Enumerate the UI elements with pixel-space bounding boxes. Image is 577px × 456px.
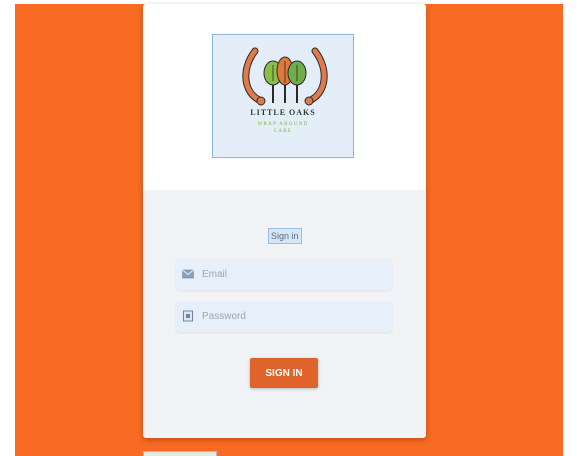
logo-subtitle: WRAP AROUND CARE [257, 122, 309, 134]
email-input[interactable] [202, 259, 388, 290]
password-input[interactable] [202, 301, 388, 332]
logo-title: LITTLE OAKS [250, 108, 316, 117]
tree-logo-icon [242, 47, 328, 106]
logo-panel: LITTLE OAKS WRAP AROUND CARE [143, 4, 426, 190]
email-field[interactable] [176, 259, 392, 290]
envelope-icon [182, 269, 194, 279]
logo: LITTLE OAKS WRAP AROUND CARE [212, 34, 354, 158]
footer-link[interactable] [143, 451, 217, 456]
login-card: LITTLE OAKS WRAP AROUND CARE Sign in SIG… [143, 4, 426, 438]
sign-in-button[interactable]: SIGN IN [250, 358, 318, 388]
sign-in-heading: Sign in [268, 228, 302, 244]
lock-icon [183, 310, 193, 322]
password-field[interactable] [176, 301, 392, 332]
